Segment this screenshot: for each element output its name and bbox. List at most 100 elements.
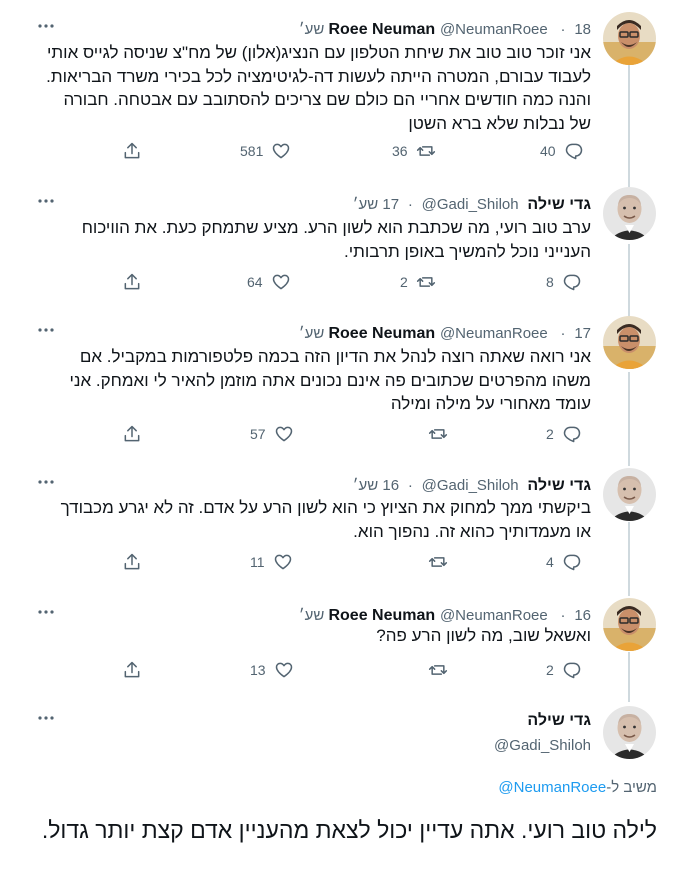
retweet-count: 36 [392, 143, 408, 159]
display-name[interactable]: גדי שילה [527, 196, 591, 213]
retweet-icon [428, 557, 448, 567]
display-name[interactable]: Roee Neuman [328, 607, 435, 624]
share-icon [124, 425, 140, 442]
reply-count: 8 [546, 274, 554, 290]
display-name[interactable]: Roee Neuman [328, 325, 435, 342]
focused-tweet: גדי שילה @Gadi_Shiloh משיב ל-@NeumanRoee… [0, 700, 679, 875]
like-button[interactable]: 64 [247, 271, 291, 293]
replying-to: משיב ל-@NeumanRoee [498, 777, 657, 799]
avatar-gadi[interactable] [603, 187, 656, 240]
retweet-icon [428, 429, 448, 439]
heart-icon [275, 662, 292, 678]
like-count: 64 [247, 274, 263, 290]
reply-button[interactable]: 4 [546, 551, 582, 573]
handle[interactable]: @NeumanRoee [440, 607, 548, 624]
reply-bubble-icon [563, 662, 581, 679]
reply-bubble-icon [563, 554, 581, 571]
share-button[interactable] [122, 423, 142, 445]
retweet-button[interactable]: 36 [392, 140, 436, 162]
share-button[interactable] [122, 140, 142, 162]
reply-count: 2 [546, 662, 554, 678]
retweet-icon [416, 277, 435, 287]
heart-icon [273, 143, 290, 159]
display-name[interactable]: Roee Neuman [328, 21, 435, 38]
like-count: 13 [250, 662, 266, 678]
share-button[interactable] [122, 271, 142, 293]
tweet-actions: 581 36 40 [0, 140, 679, 162]
retweet-button[interactable] [420, 423, 448, 445]
share-icon [124, 661, 140, 678]
reply-button[interactable]: 8 [546, 271, 582, 293]
tweet-text: ערב טוב רועי, מה שכתבת הוא לשון הרע. מצי… [81, 218, 591, 261]
reply-button[interactable]: 2 [546, 659, 582, 681]
replying-prefix: משיב ל- [606, 779, 657, 796]
tweet[interactable]: Roee Neuman @NeumanRoee · 16 שע׳ ואשאל ש… [0, 592, 679, 692]
avatar-gadi[interactable] [603, 706, 656, 759]
tweet-header: Roee Neuman @NeumanRoee · 17 שע׳ [299, 322, 591, 344]
avatar-gadi[interactable] [603, 468, 656, 521]
retweet-button[interactable]: 2 [400, 271, 436, 293]
more-horizontal-icon[interactable] [36, 472, 56, 492]
reply-count: 40 [540, 143, 556, 159]
avatar-roee[interactable] [603, 598, 656, 651]
separator-dot: · [407, 477, 413, 494]
more-horizontal-icon[interactable] [36, 191, 56, 211]
share-icon [124, 142, 140, 159]
tweet[interactable]: גדי שילה @Gadi_Shiloh · 17 שע׳ ערב טוב ר… [0, 181, 679, 306]
retweet-icon [416, 146, 435, 156]
more-horizontal-icon[interactable] [36, 16, 56, 36]
tweet[interactable]: Roee Neuman @NeumanRoee · 18 שע׳ אני זוכ… [0, 6, 679, 176]
tweet-actions: 13 2 [0, 659, 679, 681]
reply-button[interactable]: 2 [546, 423, 582, 445]
handle[interactable]: @Gadi_Shiloh [494, 735, 591, 757]
display-name[interactable]: גדי שילה [527, 477, 591, 494]
tweet-header: גדי שילה @Gadi_Shiloh · 16 שע׳ [353, 474, 591, 496]
avatar-roee[interactable] [603, 12, 656, 65]
tweet-header: גדי שילה @Gadi_Shiloh · 17 שע׳ [353, 193, 591, 215]
handle[interactable]: @NeumanRoee [440, 325, 548, 342]
like-button[interactable]: 57 [250, 423, 294, 445]
retweet-button[interactable] [420, 551, 448, 573]
conversation-thread: Roee Neuman @NeumanRoee · 18 שע׳ אני זוכ… [0, 0, 679, 875]
tweet-text: אני זוכר טוב טוב את שיחת הטלפון עם הנציג… [46, 43, 591, 133]
more-horizontal-icon[interactable] [36, 320, 56, 340]
like-count: 581 [240, 143, 264, 159]
like-button[interactable]: 11 [250, 551, 293, 573]
handle[interactable]: @Gadi_Shiloh [422, 477, 519, 494]
like-count: 11 [250, 554, 265, 570]
like-button[interactable]: 13 [250, 659, 294, 681]
separator-dot: · [560, 325, 566, 342]
reply-bubble-icon [563, 426, 581, 443]
tweet[interactable]: גדי שילה @Gadi_Shiloh · 16 שע׳ ביקשתי ממ… [0, 462, 679, 587]
tweet[interactable]: Roee Neuman @NeumanRoee · 17 שע׳ אני רוא… [0, 310, 679, 460]
tweet-text: ביקשתי ממך למחוק את הציוץ כי הוא לשון הר… [60, 498, 591, 541]
tweet-header: Roee Neuman @NeumanRoee · 16 שע׳ [299, 604, 591, 626]
like-button[interactable]: 581 [240, 140, 291, 162]
handle[interactable]: @NeumanRoee [440, 21, 548, 38]
tweet-text: לילה טוב רועי. אתה עדיין יכול לצאת מהעני… [41, 817, 657, 843]
timestamp[interactable]: 16 שע׳ [353, 477, 399, 494]
tweet-actions: 11 4 [0, 551, 679, 573]
share-button[interactable] [122, 551, 142, 573]
timestamp[interactable]: 17 שע׳ [353, 196, 399, 213]
display-name[interactable]: גדי שילה [527, 710, 591, 732]
more-horizontal-icon[interactable] [36, 708, 56, 728]
separator-dot: · [407, 196, 413, 213]
share-button[interactable] [122, 659, 142, 681]
tweet-actions: 64 2 8 [0, 271, 679, 293]
separator-dot: · [560, 21, 566, 38]
tweet-actions: 57 2 [0, 423, 679, 445]
reply-bubble-icon [565, 143, 582, 160]
reply-count: 4 [546, 554, 554, 570]
heart-icon [274, 554, 291, 570]
retweet-icon [428, 665, 448, 675]
reply-button[interactable]: 40 [540, 140, 584, 162]
tweet-text: ואשאל שוב, מה לשון הרע פה? [376, 626, 591, 645]
reply-bubble-icon [563, 274, 581, 291]
replying-to-link[interactable]: @NeumanRoee [498, 779, 606, 796]
retweet-button[interactable] [420, 659, 448, 681]
handle[interactable]: @Gadi_Shiloh [422, 196, 519, 213]
more-horizontal-icon[interactable] [36, 602, 56, 622]
avatar-roee[interactable] [603, 316, 656, 369]
tweet-text: אני רואה שאתה רוצה לנהל את הדיון הזה בכמ… [69, 347, 592, 413]
